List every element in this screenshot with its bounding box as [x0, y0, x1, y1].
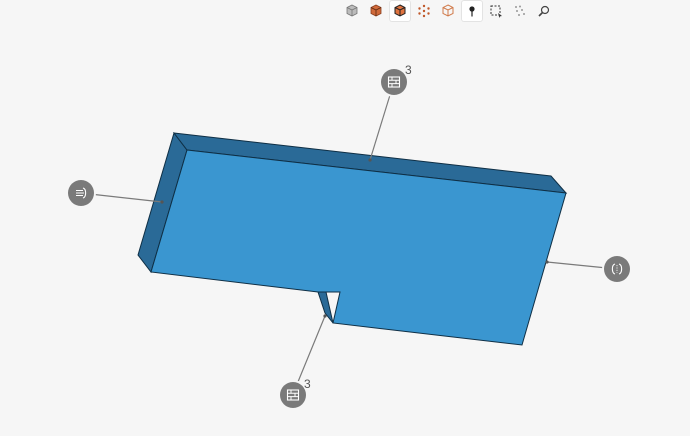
- anchor-dot: [323, 314, 327, 318]
- anchor-dot: [545, 260, 549, 264]
- anchor-dot: [160, 200, 164, 204]
- marker-count-top: 3: [405, 63, 412, 77]
- wall-boundary-icon: [387, 76, 401, 88]
- wall-boundary-marker-top[interactable]: [381, 69, 407, 95]
- model-notch-face[interactable]: [317, 291, 334, 324]
- wall-boundary-icon: [286, 389, 300, 401]
- marker-count-bottom: 3: [304, 377, 311, 391]
- anchor-dot: [368, 158, 372, 162]
- outlet-marker[interactable]: [604, 256, 630, 282]
- inlet-flow-marker[interactable]: [68, 180, 94, 206]
- 3d-viewport[interactable]: [0, 0, 690, 436]
- outlet-icon: [611, 263, 623, 275]
- wall-boundary-marker-bottom[interactable]: [280, 382, 306, 408]
- inlet-flow-icon: [76, 187, 87, 199]
